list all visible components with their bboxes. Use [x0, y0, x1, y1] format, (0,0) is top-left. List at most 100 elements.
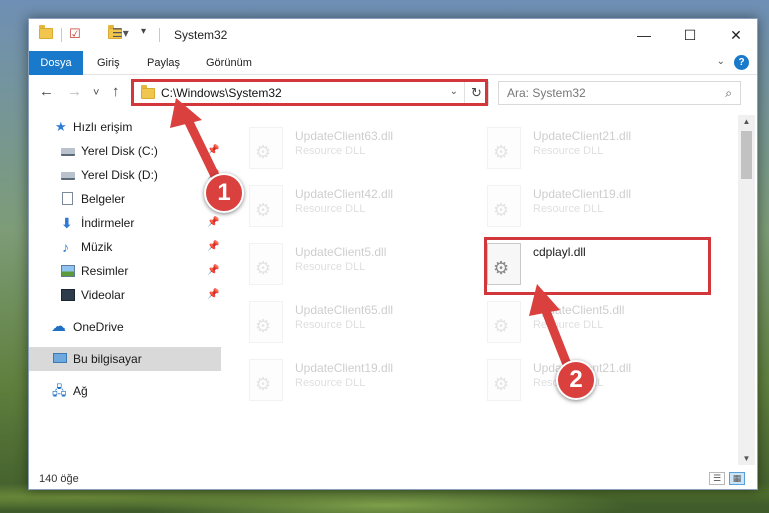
- tab-view[interactable]: Görünüm: [206, 51, 252, 75]
- sidebar-item-videos[interactable]: Videolar 📌: [29, 283, 221, 307]
- gear-icon: ⚙: [493, 316, 510, 336]
- music-icon: ♪: [62, 239, 69, 255]
- dll-file-icon: ⚙: [249, 243, 283, 285]
- tab-home[interactable]: Giriş: [97, 51, 120, 75]
- pin-icon[interactable]: 📌: [207, 259, 219, 283]
- maximize-button[interactable]: ☐: [667, 19, 713, 51]
- forward-button[interactable]: →: [67, 84, 82, 100]
- search-input[interactable]: [507, 83, 707, 103]
- sidebar-item-label: OneDrive: [73, 320, 124, 334]
- pin-icon[interactable]: 📌: [207, 283, 219, 307]
- navigation-bar: ← → ˅ ↑ C:\Windows\System32 ⌄ ↻ ⌕: [29, 75, 757, 109]
- disk-icon: [61, 148, 75, 156]
- file-name: UpdateClient63.dll: [295, 129, 394, 143]
- folder-icon: [141, 85, 155, 99]
- gear-icon: ⚙: [255, 142, 272, 162]
- minimize-button[interactable]: —: [621, 19, 667, 51]
- file-explorer-window: ☑ ☰▾ ▾ System32 — ☐ ✕ Dosya Giriş Paylaş…: [28, 18, 758, 490]
- picture-icon: [61, 265, 75, 277]
- list-item[interactable]: ⚙ UpdateClient19.dll Resource DLL: [487, 179, 717, 235]
- window-title: System32: [174, 28, 228, 42]
- list-item[interactable]: ⚙ UpdateClient5.dll Resource DLL: [487, 295, 717, 351]
- item-count: 140 öğe: [39, 473, 79, 485]
- sidebar-item-pictures[interactable]: Resimler 📌: [29, 259, 221, 283]
- sidebar-item-label: Ağ: [73, 384, 88, 398]
- sidebar-item-onedrive[interactable]: ☁ OneDrive: [29, 315, 221, 339]
- sidebar-item-documents[interactable]: Belgeler 📌: [29, 187, 221, 211]
- address-bar[interactable]: C:\Windows\System32 ⌄ ↻: [133, 81, 489, 105]
- gear-icon: ⚙: [255, 200, 272, 220]
- sidebar-item-label: Belgeler: [81, 192, 126, 206]
- list-item[interactable]: ⚙ UpdateClient42.dll Resource DLL: [249, 179, 479, 235]
- pin-icon[interactable]: 📌: [207, 235, 219, 259]
- sidebar-item-local-disk-c[interactable]: Yerel Disk (C:) 📌: [29, 139, 221, 163]
- search-box[interactable]: ⌕: [498, 81, 741, 105]
- gear-icon: ⚙: [493, 374, 510, 394]
- sidebar-item-label: Videolar: [81, 288, 125, 302]
- sidebar-item-local-disk-d[interactable]: Yerel Disk (D:) 📌: [29, 163, 221, 187]
- refresh-button[interactable]: ↻: [464, 82, 488, 104]
- customize-toolbar-icon[interactable]: ☰▾: [112, 26, 129, 40]
- list-item[interactable]: ⚙ UpdateClient19.dll Resource DLL: [249, 353, 479, 409]
- sidebar-item-label: Yerel Disk (C:): [81, 144, 158, 158]
- file-type: Resource DLL: [533, 145, 604, 157]
- list-item[interactable]: ⚙ UpdateClient63.dll Resource DLL: [249, 121, 479, 177]
- list-item[interactable]: ⚙ UpdateClient21.dll Resource DLL: [487, 121, 717, 177]
- divider: [159, 28, 160, 42]
- scroll-thumb[interactable]: [741, 131, 752, 179]
- recent-locations-button[interactable]: ˅: [93, 85, 99, 101]
- tab-share[interactable]: Paylaş: [147, 51, 180, 75]
- file-type: Resource DLL: [295, 145, 366, 157]
- list-item[interactable]: ⚙ UpdateClient21.dll Resource DLL: [487, 353, 717, 409]
- step-badge-1: 1: [204, 173, 244, 213]
- step-badge-2: 2: [556, 360, 596, 400]
- cloud-icon: ☁: [51, 318, 66, 335]
- file-type: Resource DLL: [295, 319, 366, 331]
- pin-icon[interactable]: 📌: [207, 139, 219, 163]
- chevron-down-icon[interactable]: ⌄: [450, 86, 458, 97]
- sidebar-item-label: Bu bilgisayar: [73, 352, 142, 366]
- file-name: UpdateClient5.dll: [295, 245, 387, 259]
- address-path[interactable]: C:\Windows\System32: [161, 86, 282, 100]
- sidebar-item-music[interactable]: ♪ Müzik 📌: [29, 235, 221, 259]
- sidebar-item-network[interactable]: 🖧 Ağ: [29, 379, 221, 403]
- network-icon: 🖧: [52, 383, 67, 398]
- sidebar-item-label: Yerel Disk (D:): [81, 168, 158, 182]
- document-icon: [62, 192, 73, 205]
- gear-icon: ⚙: [255, 374, 272, 394]
- file-name: UpdateClient19.dll: [533, 187, 632, 201]
- file-type: Resource DLL: [533, 319, 604, 331]
- up-button[interactable]: ↑: [112, 84, 120, 100]
- sidebar-item-label: Müzik: [81, 240, 113, 254]
- quick-access-dropdown-icon[interactable]: ▾: [141, 26, 146, 40]
- pin-icon[interactable]: 📌: [207, 211, 219, 235]
- scroll-down-icon[interactable]: ▼: [738, 454, 755, 463]
- list-item-cdplayl[interactable]: ⚙ cdplayl.dll: [487, 237, 717, 293]
- list-item[interactable]: ⚙ UpdateClient5.dll Resource DLL: [249, 237, 479, 293]
- help-icon[interactable]: ?: [734, 55, 749, 70]
- sidebar-item-this-pc[interactable]: Bu bilgisayar: [29, 347, 221, 371]
- close-button[interactable]: ✕: [713, 19, 759, 51]
- title-bar: ☑ ☰▾ ▾ System32 — ☐ ✕: [29, 19, 757, 51]
- large-icons-view-icon[interactable]: ▦: [729, 472, 745, 485]
- dll-file-icon: ⚙: [249, 301, 283, 343]
- properties-icon[interactable]: ☑: [69, 26, 81, 41]
- computer-icon: [53, 353, 67, 363]
- file-type: Resource DLL: [533, 203, 604, 215]
- sidebar-item-downloads[interactable]: ⬇ İndirmeler 📌: [29, 211, 221, 235]
- vertical-scrollbar[interactable]: ▲ ▼: [738, 115, 755, 465]
- download-icon: ⬇: [61, 215, 73, 231]
- file-type: Resource DLL: [295, 377, 366, 389]
- dll-file-icon: ⚙: [249, 359, 283, 401]
- back-button[interactable]: ←: [39, 84, 54, 100]
- dll-file-icon: ⚙: [487, 243, 521, 285]
- scroll-up-icon[interactable]: ▲: [738, 117, 755, 126]
- sidebar-item-quick-access[interactable]: ★ Hızlı erişim: [29, 115, 221, 139]
- search-icon[interactable]: ⌕: [725, 86, 732, 101]
- list-item[interactable]: ⚙ UpdateClient65.dll Resource DLL: [249, 295, 479, 351]
- details-view-icon[interactable]: ☰: [709, 472, 725, 485]
- divider: [61, 28, 62, 42]
- expand-ribbon-icon[interactable]: ⌄: [717, 56, 725, 67]
- tab-file[interactable]: Dosya: [29, 51, 83, 75]
- gear-icon: ⚙: [493, 258, 510, 278]
